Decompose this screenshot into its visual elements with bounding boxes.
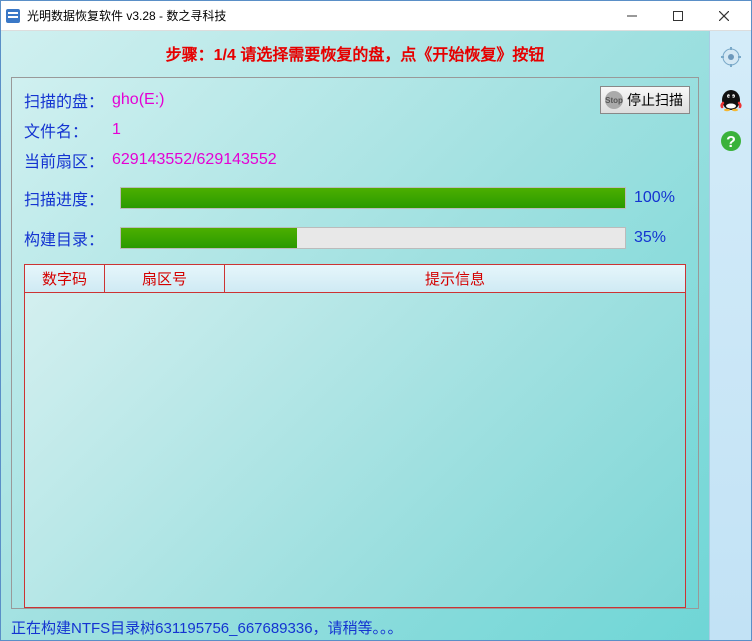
window-title: 光明数据恢复软件 v3.28 - 数之寻科技 [27, 7, 609, 24]
main-area: 步骤：1/4 请选择需要恢复的盘，点《开始恢复》按钮 Stop 停止扫描 扫描的… [1, 31, 709, 640]
scan-progress-row: 扫描进度： 100% [24, 186, 686, 210]
qq-icon[interactable] [717, 85, 745, 113]
window-controls [609, 1, 747, 31]
col-sector-number[interactable]: 扇区号 [105, 265, 225, 293]
build-progress-percent: 35% [634, 229, 686, 247]
gear-icon[interactable] [717, 43, 745, 71]
table-header: 数字码 扇区号 提示信息 [25, 265, 685, 293]
info-sector-row: 当前扇区： 629143552/629143552 [24, 148, 686, 172]
scan-progress-bar [120, 187, 626, 209]
scan-progress-fill [121, 188, 625, 208]
scan-progress-percent: 100% [634, 189, 686, 207]
table-body[interactable] [25, 293, 685, 607]
filename-label: 文件名： [24, 118, 112, 142]
info-disk-row: 扫描的盘： gho(E:) [24, 88, 686, 112]
disk-value: gho(E:) [112, 91, 164, 109]
titlebar: 光明数据恢复软件 v3.28 - 数之寻科技 [1, 1, 751, 31]
app-icon [5, 8, 21, 24]
col-hint-info[interactable]: 提示信息 [225, 265, 685, 293]
svg-text:?: ? [726, 134, 736, 151]
sector-value: 629143552/629143552 [112, 151, 277, 169]
step-header: 步骤：1/4 请选择需要恢复的盘，点《开始恢复》按钮 [11, 41, 699, 65]
maximize-button[interactable] [655, 1, 701, 31]
build-progress-fill [121, 228, 297, 248]
side-panel: ? [709, 31, 751, 640]
build-progress-label: 构建目录： [24, 226, 112, 250]
minimize-button[interactable] [609, 1, 655, 31]
filename-value: 1 [112, 121, 121, 139]
result-table: 数字码 扇区号 提示信息 [24, 264, 686, 608]
content-panel: Stop 停止扫描 扫描的盘： gho(E:) 文件名： 1 当前扇区： 629… [11, 77, 699, 609]
stop-icon: Stop [605, 91, 623, 109]
stop-scan-button[interactable]: Stop 停止扫描 [600, 86, 690, 114]
scan-progress-label: 扫描进度： [24, 186, 112, 210]
disk-label: 扫描的盘： [24, 88, 112, 112]
status-bar: 正在构建NTFS目录树631195756_667689336，请稍等。。。 [11, 613, 699, 640]
info-filename-row: 文件名： 1 [24, 118, 686, 142]
build-progress-bar [120, 227, 626, 249]
stop-button-label: 停止扫描 [627, 90, 683, 110]
build-progress-row: 构建目录： 35% [24, 226, 686, 250]
col-digit-code[interactable]: 数字码 [25, 265, 105, 293]
close-button[interactable] [701, 1, 747, 31]
help-icon[interactable]: ? [717, 127, 745, 155]
sector-label: 当前扇区： [24, 148, 112, 172]
